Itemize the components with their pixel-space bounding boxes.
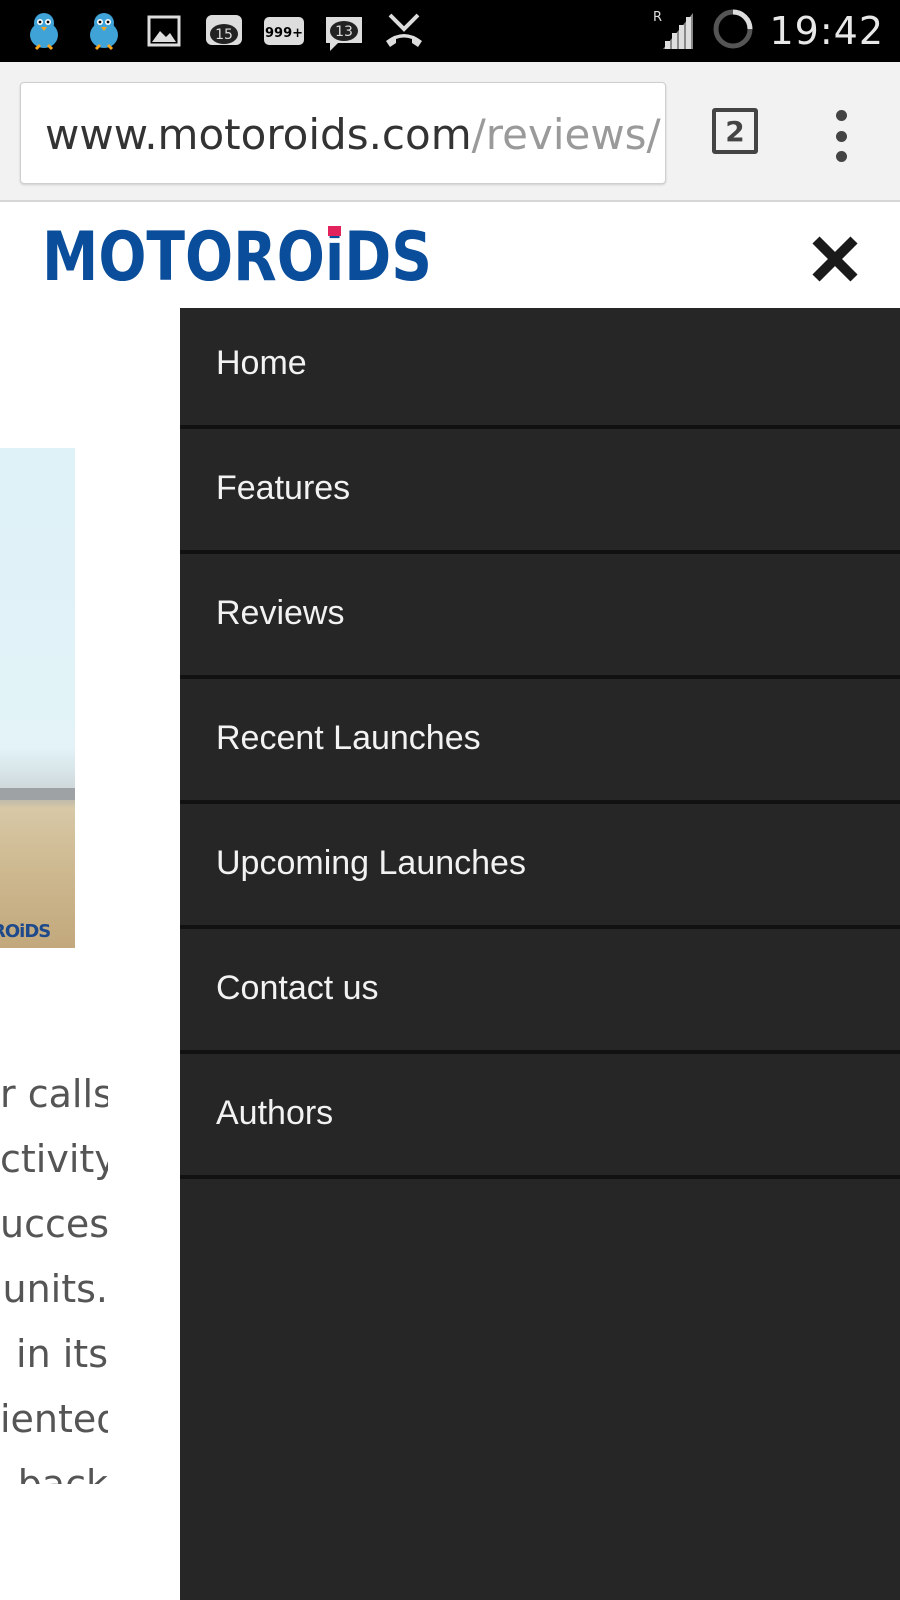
nav-item-home[interactable]: Home — [180, 308, 900, 429]
close-icon — [812, 236, 858, 282]
status-bar: 15 999+ 13 R 19:42 — [0, 0, 900, 62]
nav-item-label: Contact us — [216, 969, 379, 1007]
url-text: www.motoroids.com/reviews/ — [45, 109, 661, 161]
nav-drawer: Home Features Reviews Recent Launches Up… — [180, 308, 900, 1600]
article-line: back — [17, 1462, 108, 1484]
article-line: ctivity — [0, 1137, 108, 1181]
image-icon — [142, 9, 186, 53]
browser-toolbar: www.motoroids.com/reviews/ 2 — [0, 62, 900, 202]
nav-item-label: Upcoming Launches — [216, 844, 526, 882]
menu-dot — [835, 151, 847, 162]
message-count-icon: 999+ — [262, 9, 306, 53]
twitter-bird-icon — [22, 9, 66, 53]
badge-13: 13 — [335, 24, 353, 40]
message-count-icon: 15 — [202, 9, 246, 53]
article-hero-image[interactable]: ROiDS — [0, 448, 75, 948]
article-text: r calls ctivity uccess units. in its ien… — [0, 1068, 108, 1484]
nav-item-label: Recent Launches — [216, 719, 481, 757]
close-menu-button[interactable] — [808, 232, 862, 286]
nav-item-label: Authors — [216, 1094, 334, 1132]
article-line: units. — [2, 1267, 108, 1311]
article-line: uccess — [0, 1202, 108, 1246]
image-road — [0, 788, 75, 800]
signal-icon: R — [653, 7, 697, 55]
nav-item-contact-us[interactable]: Contact us — [180, 933, 900, 1054]
nav-item-label: Home — [216, 344, 307, 382]
loading-spinner-icon — [711, 7, 755, 55]
site-header: MOTOROiDS — [0, 204, 900, 308]
notification-icons: 15 999+ 13 — [22, 8, 426, 54]
badge-999: 999+ — [265, 26, 303, 41]
address-bar[interactable]: www.motoroids.com/reviews/ — [20, 82, 666, 184]
overflow-menu-button[interactable] — [826, 106, 856, 166]
status-right: R 19:42 — [653, 6, 884, 56]
motoroids-logo[interactable]: MOTOROiDS — [42, 218, 438, 297]
twitter-bird-icon — [82, 9, 126, 53]
badge-15: 15 — [215, 27, 233, 43]
menu-dot — [835, 110, 847, 121]
nav-item-features[interactable]: Features — [180, 433, 900, 554]
nav-item-label: Features — [216, 469, 351, 507]
nav-item-label: Reviews — [216, 594, 345, 632]
logo-text: MOTOROiDS — [42, 222, 432, 288]
missed-call-icon — [382, 9, 426, 53]
nav-item-authors[interactable]: Authors — [180, 1058, 900, 1179]
clock: 19:42 — [769, 9, 884, 53]
tab-switcher-button[interactable]: 2 — [712, 108, 758, 154]
tab-count: 2 — [725, 114, 745, 148]
logo-accent-dot — [328, 226, 341, 236]
signal-roaming-label: R — [653, 10, 662, 25]
url-host: www.motoroids.com — [45, 110, 472, 159]
url-path: /reviews/ — [471, 110, 661, 159]
article-line: iented — [0, 1397, 108, 1441]
message-count-icon: 13 — [322, 9, 366, 53]
nav-item-reviews[interactable]: Reviews — [180, 558, 900, 679]
article-line: in its — [16, 1332, 108, 1376]
menu-dot — [835, 130, 847, 142]
article-line: r calls — [0, 1072, 108, 1116]
nav-item-recent-launches[interactable]: Recent Launches — [180, 683, 900, 804]
nav-item-upcoming-launches[interactable]: Upcoming Launches — [180, 808, 900, 929]
image-watermark: ROiDS — [0, 921, 51, 942]
